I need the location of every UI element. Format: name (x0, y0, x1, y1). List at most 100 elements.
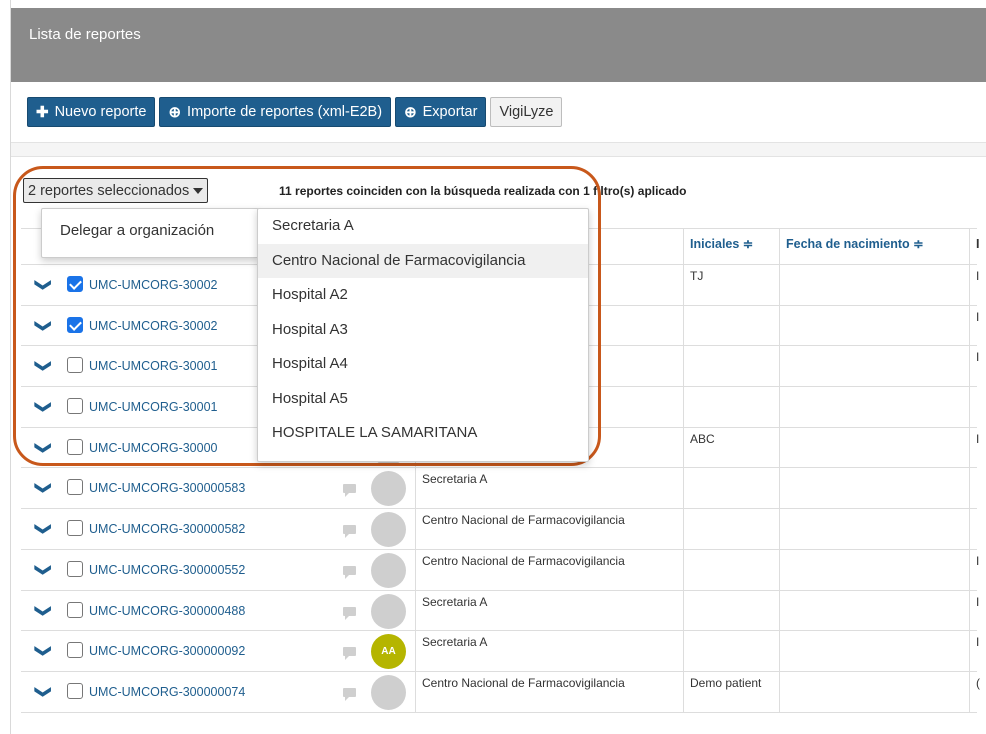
header-bar: Lista de reportes (11, 8, 986, 82)
comment-icon[interactable] (343, 647, 356, 661)
comment-icon[interactable] (343, 565, 356, 579)
birth-date-cell (779, 265, 969, 305)
chevron-down-icon[interactable]: ❯ (34, 360, 54, 373)
page: Lista de reportes ✚ Nuevo reporte ⊕ Impo… (10, 0, 986, 734)
chevron-down-icon[interactable]: ❯ (34, 441, 54, 454)
table-row[interactable]: ❯ UMC-UMCORG-300000583 Secretaria A (21, 468, 977, 510)
plus-icon: ✚ (36, 104, 49, 121)
organization-menu-item[interactable]: Hospital A3 (258, 313, 588, 348)
selection-dropdown-label: 2 reportes seleccionados (28, 182, 190, 199)
report-id-link[interactable]: UMC-UMCORG-300000488 (89, 604, 245, 618)
row-checkbox[interactable] (67, 682, 83, 699)
toolbar: ✚ Nuevo reporte ⊕ Importe de reportes (x… (27, 97, 563, 127)
chevron-down-icon[interactable]: ❯ (34, 319, 54, 332)
import-reports-button[interactable]: ⊕ Importe de reportes (xml-E2B) (159, 97, 392, 127)
chevron-down-icon[interactable]: ❯ (34, 400, 54, 413)
selection-dropdown[interactable]: 2 reportes seleccionados (23, 178, 209, 203)
report-id-link[interactable]: UMC-UMCORG-300000582 (89, 522, 245, 536)
next-column-cell: I (969, 305, 982, 346)
organization-menu-item[interactable]: Hospital A5 (258, 382, 588, 417)
avatar (371, 674, 406, 710)
birth-date-cell (779, 468, 969, 509)
report-id-link[interactable]: UMC-UMCORG-30002 (89, 319, 218, 333)
report-id-link[interactable]: UMC-UMCORG-300000074 (89, 685, 245, 699)
comment-icon[interactable] (343, 525, 356, 539)
initials-cell (683, 468, 779, 509)
delegate-to-organization-item[interactable]: Delegar a organización (60, 222, 214, 239)
next-column-cell: I (969, 549, 982, 590)
new-report-label: Nuevo reporte (54, 104, 147, 120)
organization-menu-item[interactable]: HOSPITALE LA SAMARITANA (258, 416, 588, 451)
organization-cell: Centro Nacional de Farmacovigilancia (415, 671, 683, 712)
row-checkbox[interactable] (67, 438, 83, 455)
next-column-cell: I (969, 346, 982, 387)
next-column-cell: I (969, 590, 982, 631)
chevron-down-icon[interactable]: ❯ (34, 563, 54, 576)
chevron-down-icon[interactable]: ❯ (34, 522, 54, 535)
comment-icon[interactable] (343, 687, 356, 701)
organization-cell: Secretaria A (415, 590, 683, 631)
next-column-cell: I (969, 265, 982, 305)
report-id-link[interactable]: UMC-UMCORG-300000552 (89, 563, 245, 577)
chevron-down-icon[interactable]: ❯ (34, 278, 54, 291)
chevron-down-icon[interactable]: ❯ (34, 482, 54, 495)
avatar: AA (371, 634, 406, 670)
chevron-down-icon[interactable]: ❯ (34, 685, 54, 698)
initials-cell (683, 509, 779, 550)
report-id-link[interactable]: UMC-UMCORG-30002 (89, 278, 218, 292)
comment-icon[interactable] (343, 484, 356, 498)
table-row[interactable]: ❯ UMC-UMCORG-300000074 Centro Nacional de … (21, 671, 980, 713)
table-row[interactable]: ❯ UMC-UMCORG-300000552 Centro Nacional de … (21, 549, 979, 591)
row-checkbox[interactable] (67, 276, 83, 292)
search-result-summary: 11 reportes coinciden con la búsqueda re… (279, 184, 687, 198)
upload-circle-icon: ⊕ (404, 104, 417, 121)
table-row[interactable]: ❯ UMC-UMCORG-300000488 Secretaria A I (21, 590, 979, 632)
report-id-link[interactable]: UMC-UMCORG-300000092 (89, 644, 245, 658)
row-checkbox[interactable] (67, 316, 83, 333)
initials-cell (683, 387, 779, 428)
birth-date-cell (779, 590, 969, 631)
initials-cell (683, 549, 779, 590)
row-checkbox[interactable] (67, 398, 83, 415)
organization-cell: Centro Nacional de Farmacovigilancia (415, 509, 683, 550)
row-checkbox[interactable] (67, 520, 83, 537)
import-reports-label: Importe de reportes (xml-E2B) (187, 104, 383, 120)
avatar (371, 593, 406, 629)
chevron-down-icon[interactable]: ❯ (34, 644, 54, 657)
birth-date-cell (779, 305, 969, 346)
birth-date-cell (779, 671, 969, 712)
initials-cell (683, 590, 779, 631)
report-id-link[interactable]: UMC-UMCORG-30001 (89, 400, 218, 414)
chevron-down-icon[interactable]: ❯ (34, 604, 54, 617)
column-header-birth-date[interactable]: Fecha de nacimiento ≑ (779, 229, 969, 265)
column-header-initials[interactable]: Iniciales ≑ (683, 229, 779, 265)
row-checkbox[interactable] (67, 357, 83, 374)
organization-menu-item[interactable]: Hospital A2 (258, 278, 588, 313)
organization-menu-item[interactable]: Secretaria A (258, 209, 588, 244)
birth-date-cell (779, 387, 969, 428)
report-id-link[interactable]: UMC-UMCORG-30001 (89, 359, 218, 373)
bulk-action-menu: Delegar a organización (41, 208, 259, 258)
sub-bar (11, 143, 986, 157)
organization-cell: Secretaria A (415, 468, 683, 509)
organization-menu-item[interactable]: Centro Nacional de Farmacovigilancia (258, 243, 588, 278)
report-id-link[interactable]: UMC-UMCORG-30000 (89, 441, 218, 455)
export-button[interactable]: ⊕ Exportar (395, 97, 487, 127)
row-checkbox[interactable] (67, 479, 83, 496)
row-checkbox[interactable] (67, 601, 83, 618)
vigilyze-button[interactable]: VigiLyze (490, 97, 563, 127)
row-checkbox[interactable] (67, 560, 83, 577)
report-id-link[interactable]: UMC-UMCORG-300000583 (89, 481, 245, 495)
new-report-button[interactable]: ✚ Nuevo reporte (27, 97, 156, 127)
comment-icon[interactable] (343, 606, 356, 620)
organization-menu-item[interactable]: Hospital A4 (258, 347, 588, 382)
table-row[interactable]: ❯ UMC-UMCORG-300000582 Centro Nacional de … (21, 509, 977, 550)
initials-cell: TJ (683, 265, 779, 305)
table-row[interactable]: ❯ UMC-UMCORG-300000092 AA Secretaria A I (21, 631, 979, 672)
initials-cell (683, 305, 779, 346)
birth-date-cell (779, 346, 969, 387)
row-checkbox[interactable] (67, 642, 83, 659)
column-header-next[interactable]: I (969, 229, 979, 265)
initials-cell: ABC (683, 427, 779, 468)
initials-cell (683, 346, 779, 387)
